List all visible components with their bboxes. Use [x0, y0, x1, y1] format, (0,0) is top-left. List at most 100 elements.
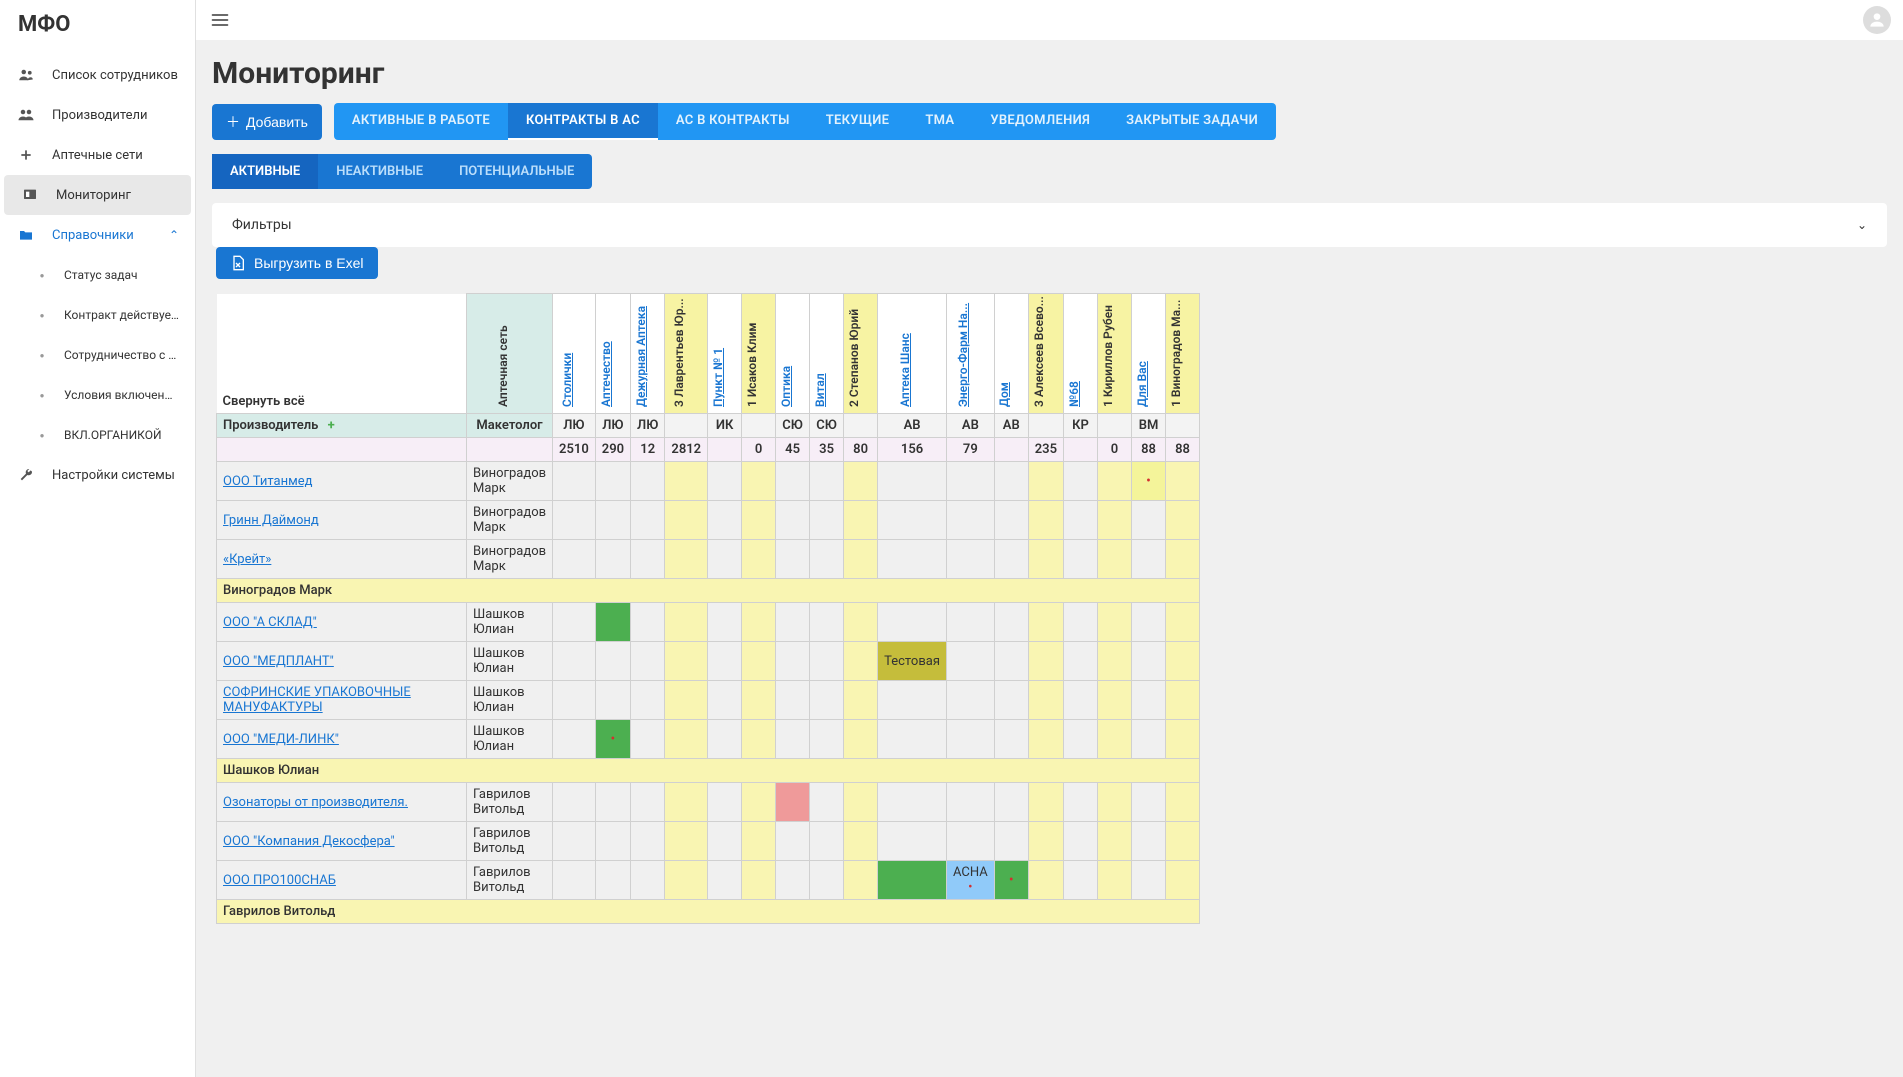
- col-header-6[interactable]: Оптика: [776, 294, 810, 414]
- sidebar-item-0[interactable]: Список сотрудников: [0, 55, 195, 95]
- producer-cell-10[interactable]: ООО "Компания Декосфера": [217, 822, 467, 861]
- sidebar-item-label: Аптечные сети: [52, 148, 143, 163]
- cell-9-6[interactable]: [776, 783, 810, 822]
- add-producer-icon[interactable]: +: [322, 418, 335, 433]
- cell-6-11: [994, 681, 1028, 720]
- cell-0-15[interactable]: [1132, 462, 1166, 501]
- cell-9-10: [946, 783, 994, 822]
- cell-4-6: [776, 603, 810, 642]
- col-header-9[interactable]: Аптека Шанс: [878, 294, 947, 414]
- cell-11-14: [1098, 861, 1132, 900]
- cell-5-2: [631, 642, 665, 681]
- col-header-15[interactable]: Для Вас: [1132, 294, 1166, 414]
- producer-cell-1[interactable]: Гринн Даймонд: [217, 501, 467, 540]
- col-header-11[interactable]: Дом: [994, 294, 1028, 414]
- tab-sub-1[interactable]: НЕАКТИВНЫЕ: [318, 154, 441, 189]
- cell-1-5: [742, 501, 776, 540]
- producer-cell-0[interactable]: ООО Титанмед: [217, 462, 467, 501]
- collapse-all[interactable]: Свернуть всё: [217, 294, 467, 414]
- tab-main-1[interactable]: КОНТРАКТЫ В АС: [508, 103, 658, 140]
- col-header-8: 2 Степанов Юрий: [844, 294, 878, 414]
- col-header-1[interactable]: Аптечество: [595, 294, 630, 414]
- cell-11-3: [665, 861, 708, 900]
- sidebar-item-9[interactable]: ●ВКЛ.ОРГАНИКОЙ: [0, 415, 195, 455]
- cell-0-0: [553, 462, 596, 501]
- chevron-down-icon: ⌄: [1857, 218, 1867, 232]
- cell-4-5: [742, 603, 776, 642]
- export-excel-button[interactable]: Выгрузить в Exel: [216, 247, 378, 279]
- col-code-6: СЮ: [776, 414, 810, 438]
- menu-toggle-icon[interactable]: [208, 8, 232, 32]
- col-code-12: [1028, 414, 1063, 438]
- cell-7-16: [1166, 720, 1200, 759]
- cell-11-5: [742, 861, 776, 900]
- cell-9-13: [1064, 783, 1098, 822]
- cell-6-7: [810, 681, 844, 720]
- bullet-icon: ●: [36, 345, 48, 365]
- cell-11-16: [1166, 861, 1200, 900]
- tab-sub-0[interactable]: АКТИВНЫЕ: [212, 154, 318, 189]
- sidebar-item-8[interactable]: ●Условия включения АС в ...: [0, 375, 195, 415]
- tab-main-4[interactable]: ТМА: [907, 103, 972, 140]
- cell-11-10[interactable]: АСНА •: [946, 861, 994, 900]
- cell-5-9[interactable]: Тестовая: [878, 642, 947, 681]
- producer-cell-7[interactable]: ООО "МЕДИ-ЛИНК": [217, 720, 467, 759]
- tab-main-0[interactable]: АКТИВНЫЕ В РАБОТЕ: [334, 103, 508, 140]
- sidebar-item-label: Мониторинг: [56, 188, 131, 203]
- tab-main-2[interactable]: АС В КОНТРАКТЫ: [658, 103, 808, 140]
- tab-main-3[interactable]: ТЕКУЩИЕ: [808, 103, 908, 140]
- grid-wrap[interactable]: Свернуть всёАптечная сетьСтоличкиАптечес…: [212, 293, 1887, 924]
- cell-11-11[interactable]: [994, 861, 1028, 900]
- sidebar-item-10[interactable]: Настройки системы: [0, 455, 195, 495]
- col-total-1: 290: [595, 438, 630, 462]
- filters-toggle[interactable]: Фильтры ⌄: [212, 203, 1887, 247]
- cell-0-7: [810, 462, 844, 501]
- cell-11-9[interactable]: [878, 861, 947, 900]
- sidebar-item-label: Условия включения АС в ...: [64, 388, 179, 402]
- sidebar-item-6[interactable]: ●Контракт действует с: [0, 295, 195, 335]
- sidebar-item-5[interactable]: ●Статус задач: [0, 255, 195, 295]
- cell-9-1: [595, 783, 630, 822]
- col-header-2[interactable]: Дежурная Аптека: [631, 294, 665, 414]
- cell-2-10: [946, 540, 994, 579]
- tab-main-6[interactable]: ЗАКРЫТЫЕ ЗАДАЧИ: [1108, 103, 1276, 140]
- producer-cell-9[interactable]: Озонаторы от производителя.: [217, 783, 467, 822]
- tab-main-5[interactable]: УВЕДОМЛЕНИЯ: [972, 103, 1108, 140]
- avatar[interactable]: [1863, 6, 1891, 34]
- producer-cell-11[interactable]: ООО ПРО100СНАБ: [217, 861, 467, 900]
- cell-1-11: [994, 501, 1028, 540]
- sidebar-item-4[interactable]: Справочники⌃: [0, 215, 195, 255]
- col-header-4[interactable]: Пункт № 1: [708, 294, 742, 414]
- col-code-13: КР: [1064, 414, 1098, 438]
- cell-4-4: [708, 603, 742, 642]
- producer-cell-2[interactable]: «Крейт»: [217, 540, 467, 579]
- sidebar-item-3[interactable]: Мониторинг: [4, 175, 191, 215]
- cell-7-1[interactable]: [595, 720, 630, 759]
- sidebar-item-1[interactable]: Производители: [0, 95, 195, 135]
- cell-4-1[interactable]: [595, 603, 630, 642]
- col-header-13[interactable]: №68: [1064, 294, 1098, 414]
- cell-7-7: [810, 720, 844, 759]
- tab-sub-2[interactable]: ПОТЕНЦИАЛЬНЫЕ: [441, 154, 592, 189]
- cell-9-0: [553, 783, 596, 822]
- cell-6-8: [844, 681, 878, 720]
- producer-cell-4[interactable]: ООО "А СКЛАД": [217, 603, 467, 642]
- cell-6-4: [708, 681, 742, 720]
- marketer-cell-10: Гаврилов Витольд: [467, 822, 553, 861]
- col-total-7: 35: [810, 438, 844, 462]
- cell-2-8: [844, 540, 878, 579]
- col-header-7[interactable]: Витал: [810, 294, 844, 414]
- sidebar-item-7[interactable]: ●Сотрудничество с др.асс...: [0, 335, 195, 375]
- cell-1-9: [878, 501, 947, 540]
- sidebar-item-label: Список сотрудников: [52, 68, 178, 83]
- sidebar-item-2[interactable]: Аптечные сети: [0, 135, 195, 175]
- producer-cell-5[interactable]: ООО "МЕДПЛАНТ": [217, 642, 467, 681]
- col-header-10[interactable]: Энерго-Фарм На...: [946, 294, 994, 414]
- cell-7-10: [946, 720, 994, 759]
- sidebar: МФО Список сотрудниковПроизводителиАптеч…: [0, 0, 196, 1077]
- col-header-0[interactable]: Столички: [553, 294, 596, 414]
- col-total-9: 156: [878, 438, 947, 462]
- sidebar-item-label: Производители: [52, 108, 148, 123]
- producer-cell-6[interactable]: СОФРИНСКИЕ УПАКОВОЧНЫЕ МАНУФАКТУРЫ: [217, 681, 467, 720]
- add-button[interactable]: ＋ Добавить: [212, 104, 322, 140]
